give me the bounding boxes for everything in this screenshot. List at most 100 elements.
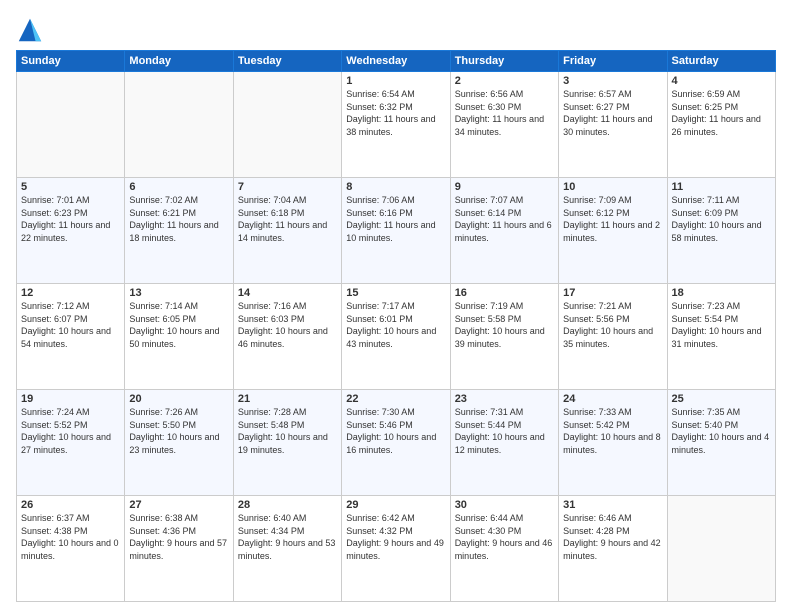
day-number: 3	[563, 75, 662, 87]
weekday-header-row: SundayMondayTuesdayWednesdayThursdayFrid…	[17, 51, 776, 72]
weekday-header-thursday: Thursday	[450, 51, 558, 72]
day-info: Sunrise: 7:28 AMSunset: 5:48 PMDaylight:…	[238, 406, 337, 456]
day-cell: 6Sunrise: 7:02 AMSunset: 6:21 PMDaylight…	[125, 178, 233, 284]
day-cell: 3Sunrise: 6:57 AMSunset: 6:27 PMDaylight…	[559, 72, 667, 178]
day-info: Sunrise: 7:02 AMSunset: 6:21 PMDaylight:…	[129, 194, 228, 244]
day-info: Sunrise: 6:42 AMSunset: 4:32 PMDaylight:…	[346, 512, 445, 562]
day-cell: 5Sunrise: 7:01 AMSunset: 6:23 PMDaylight…	[17, 178, 125, 284]
day-number: 13	[129, 287, 228, 299]
day-number: 4	[672, 75, 771, 87]
day-info: Sunrise: 7:11 AMSunset: 6:09 PMDaylight:…	[672, 194, 771, 244]
weekday-header-tuesday: Tuesday	[233, 51, 341, 72]
day-cell: 8Sunrise: 7:06 AMSunset: 6:16 PMDaylight…	[342, 178, 450, 284]
day-info: Sunrise: 6:56 AMSunset: 6:30 PMDaylight:…	[455, 88, 554, 138]
day-number: 7	[238, 181, 337, 193]
day-number: 30	[455, 499, 554, 511]
day-cell: 16Sunrise: 7:19 AMSunset: 5:58 PMDayligh…	[450, 284, 558, 390]
day-info: Sunrise: 6:44 AMSunset: 4:30 PMDaylight:…	[455, 512, 554, 562]
day-number: 28	[238, 499, 337, 511]
day-cell: 28Sunrise: 6:40 AMSunset: 4:34 PMDayligh…	[233, 496, 341, 602]
day-number: 8	[346, 181, 445, 193]
day-cell: 25Sunrise: 7:35 AMSunset: 5:40 PMDayligh…	[667, 390, 775, 496]
day-cell: 18Sunrise: 7:23 AMSunset: 5:54 PMDayligh…	[667, 284, 775, 390]
day-info: Sunrise: 7:23 AMSunset: 5:54 PMDaylight:…	[672, 300, 771, 350]
day-cell: 23Sunrise: 7:31 AMSunset: 5:44 PMDayligh…	[450, 390, 558, 496]
day-cell: 13Sunrise: 7:14 AMSunset: 6:05 PMDayligh…	[125, 284, 233, 390]
day-number: 5	[21, 181, 120, 193]
calendar-table: SundayMondayTuesdayWednesdayThursdayFrid…	[16, 50, 776, 602]
weekday-header-sunday: Sunday	[17, 51, 125, 72]
day-info: Sunrise: 7:16 AMSunset: 6:03 PMDaylight:…	[238, 300, 337, 350]
day-cell: 27Sunrise: 6:38 AMSunset: 4:36 PMDayligh…	[125, 496, 233, 602]
day-number: 18	[672, 287, 771, 299]
week-row-3: 12Sunrise: 7:12 AMSunset: 6:07 PMDayligh…	[17, 284, 776, 390]
day-cell: 30Sunrise: 6:44 AMSunset: 4:30 PMDayligh…	[450, 496, 558, 602]
day-info: Sunrise: 7:19 AMSunset: 5:58 PMDaylight:…	[455, 300, 554, 350]
day-number: 20	[129, 393, 228, 405]
day-cell: 4Sunrise: 6:59 AMSunset: 6:25 PMDaylight…	[667, 72, 775, 178]
day-info: Sunrise: 6:37 AMSunset: 4:38 PMDaylight:…	[21, 512, 120, 562]
day-cell: 19Sunrise: 7:24 AMSunset: 5:52 PMDayligh…	[17, 390, 125, 496]
day-info: Sunrise: 7:09 AMSunset: 6:12 PMDaylight:…	[563, 194, 662, 244]
day-number: 11	[672, 181, 771, 193]
day-info: Sunrise: 7:14 AMSunset: 6:05 PMDaylight:…	[129, 300, 228, 350]
day-number: 15	[346, 287, 445, 299]
day-info: Sunrise: 7:21 AMSunset: 5:56 PMDaylight:…	[563, 300, 662, 350]
day-cell: 12Sunrise: 7:12 AMSunset: 6:07 PMDayligh…	[17, 284, 125, 390]
page: SundayMondayTuesdayWednesdayThursdayFrid…	[0, 0, 792, 612]
weekday-header-monday: Monday	[125, 51, 233, 72]
day-cell: 2Sunrise: 6:56 AMSunset: 6:30 PMDaylight…	[450, 72, 558, 178]
day-cell: 14Sunrise: 7:16 AMSunset: 6:03 PMDayligh…	[233, 284, 341, 390]
day-info: Sunrise: 7:04 AMSunset: 6:18 PMDaylight:…	[238, 194, 337, 244]
day-info: Sunrise: 6:46 AMSunset: 4:28 PMDaylight:…	[563, 512, 662, 562]
day-number: 10	[563, 181, 662, 193]
day-cell: 22Sunrise: 7:30 AMSunset: 5:46 PMDayligh…	[342, 390, 450, 496]
day-number: 12	[21, 287, 120, 299]
day-number: 26	[21, 499, 120, 511]
day-cell	[125, 72, 233, 178]
day-number: 9	[455, 181, 554, 193]
day-cell: 10Sunrise: 7:09 AMSunset: 6:12 PMDayligh…	[559, 178, 667, 284]
week-row-2: 5Sunrise: 7:01 AMSunset: 6:23 PMDaylight…	[17, 178, 776, 284]
day-cell	[667, 496, 775, 602]
day-number: 17	[563, 287, 662, 299]
day-cell: 15Sunrise: 7:17 AMSunset: 6:01 PMDayligh…	[342, 284, 450, 390]
day-cell	[17, 72, 125, 178]
day-cell: 20Sunrise: 7:26 AMSunset: 5:50 PMDayligh…	[125, 390, 233, 496]
day-info: Sunrise: 6:38 AMSunset: 4:36 PMDaylight:…	[129, 512, 228, 562]
day-info: Sunrise: 7:31 AMSunset: 5:44 PMDaylight:…	[455, 406, 554, 456]
week-row-1: 1Sunrise: 6:54 AMSunset: 6:32 PMDaylight…	[17, 72, 776, 178]
day-cell	[233, 72, 341, 178]
day-number: 22	[346, 393, 445, 405]
day-number: 1	[346, 75, 445, 87]
day-number: 29	[346, 499, 445, 511]
day-info: Sunrise: 7:12 AMSunset: 6:07 PMDaylight:…	[21, 300, 120, 350]
day-info: Sunrise: 7:24 AMSunset: 5:52 PMDaylight:…	[21, 406, 120, 456]
day-info: Sunrise: 6:54 AMSunset: 6:32 PMDaylight:…	[346, 88, 445, 138]
day-number: 19	[21, 393, 120, 405]
day-number: 23	[455, 393, 554, 405]
header	[16, 16, 776, 44]
day-number: 27	[129, 499, 228, 511]
day-cell: 29Sunrise: 6:42 AMSunset: 4:32 PMDayligh…	[342, 496, 450, 602]
weekday-header-friday: Friday	[559, 51, 667, 72]
day-info: Sunrise: 7:35 AMSunset: 5:40 PMDaylight:…	[672, 406, 771, 456]
logo-icon	[16, 16, 44, 44]
day-info: Sunrise: 7:26 AMSunset: 5:50 PMDaylight:…	[129, 406, 228, 456]
day-cell: 9Sunrise: 7:07 AMSunset: 6:14 PMDaylight…	[450, 178, 558, 284]
day-info: Sunrise: 7:30 AMSunset: 5:46 PMDaylight:…	[346, 406, 445, 456]
day-number: 25	[672, 393, 771, 405]
day-cell: 17Sunrise: 7:21 AMSunset: 5:56 PMDayligh…	[559, 284, 667, 390]
day-number: 2	[455, 75, 554, 87]
day-info: Sunrise: 6:59 AMSunset: 6:25 PMDaylight:…	[672, 88, 771, 138]
day-cell: 21Sunrise: 7:28 AMSunset: 5:48 PMDayligh…	[233, 390, 341, 496]
weekday-header-saturday: Saturday	[667, 51, 775, 72]
day-info: Sunrise: 7:06 AMSunset: 6:16 PMDaylight:…	[346, 194, 445, 244]
weekday-header-wednesday: Wednesday	[342, 51, 450, 72]
day-cell: 26Sunrise: 6:37 AMSunset: 4:38 PMDayligh…	[17, 496, 125, 602]
day-cell: 1Sunrise: 6:54 AMSunset: 6:32 PMDaylight…	[342, 72, 450, 178]
day-info: Sunrise: 7:01 AMSunset: 6:23 PMDaylight:…	[21, 194, 120, 244]
day-cell: 11Sunrise: 7:11 AMSunset: 6:09 PMDayligh…	[667, 178, 775, 284]
day-cell: 31Sunrise: 6:46 AMSunset: 4:28 PMDayligh…	[559, 496, 667, 602]
day-info: Sunrise: 7:33 AMSunset: 5:42 PMDaylight:…	[563, 406, 662, 456]
